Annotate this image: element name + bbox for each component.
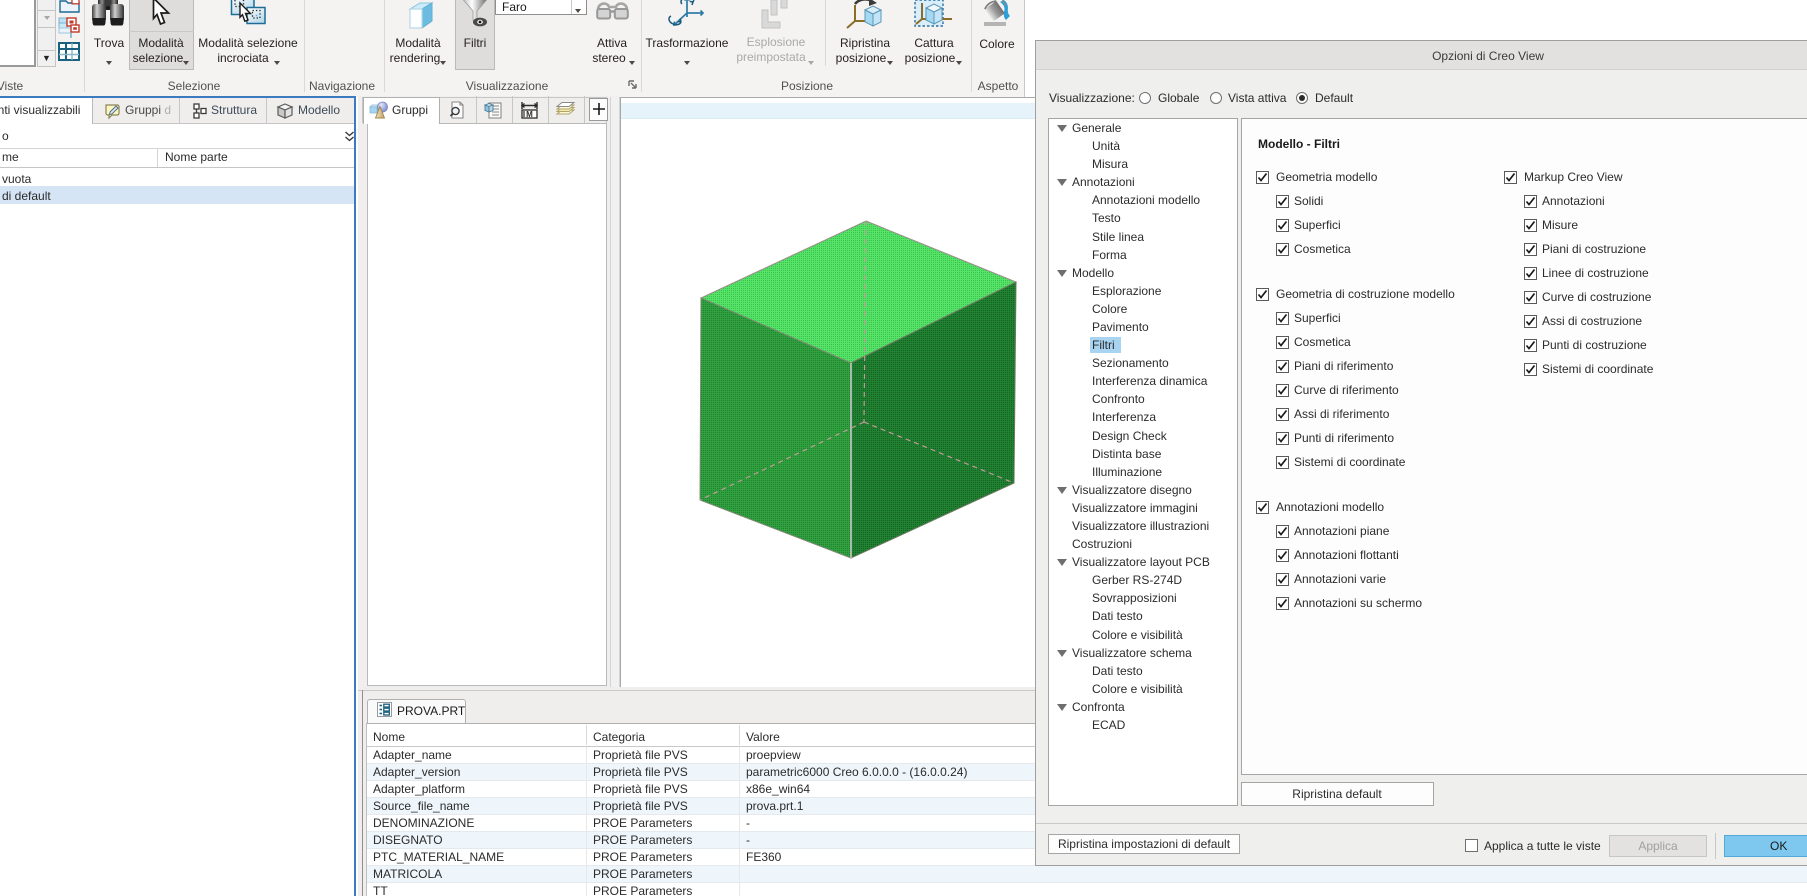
svg-text:M: M xyxy=(526,110,533,119)
